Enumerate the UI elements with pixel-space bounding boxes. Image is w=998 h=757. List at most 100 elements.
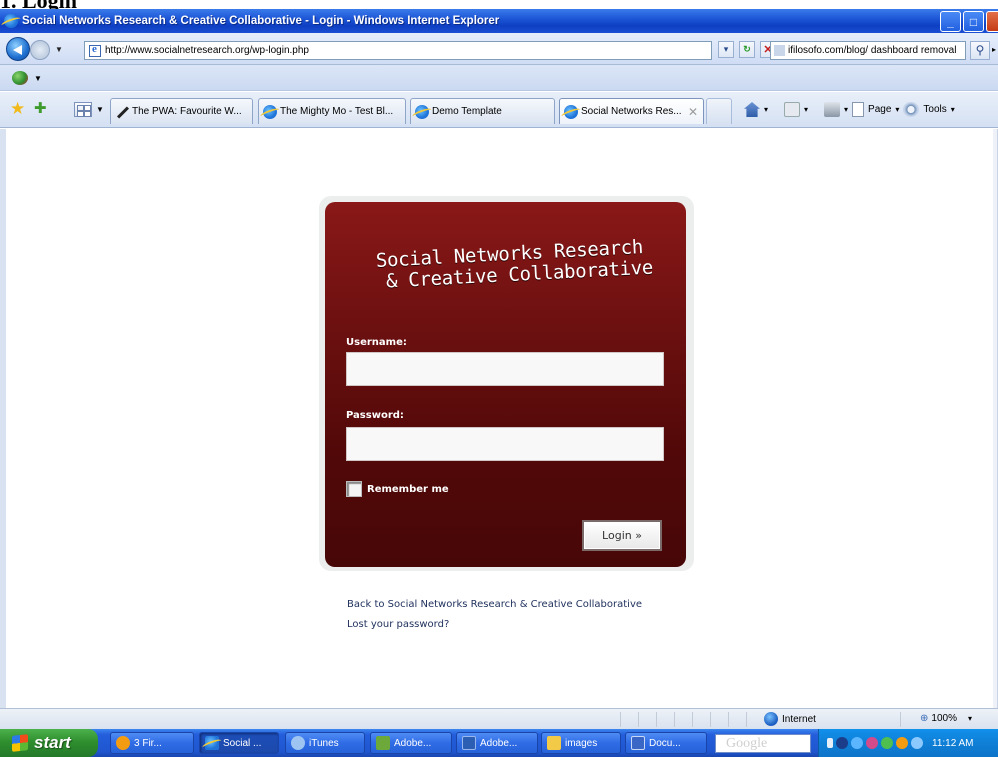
- refresh-icon[interactable]: ↻: [739, 41, 755, 58]
- window-title: Social Networks Research & Creative Coll…: [22, 15, 500, 27]
- taskbar-button-label: Adobe...: [480, 737, 518, 749]
- taskbar-button-firefox[interactable]: 3 Fir...: [110, 732, 194, 754]
- search-input[interactable]: [788, 45, 963, 56]
- history-dropdown-icon[interactable]: ▼: [55, 45, 63, 54]
- addon-dropdown-icon[interactable]: ▼: [34, 74, 42, 83]
- add-favorites-icon[interactable]: ✚: [34, 100, 52, 118]
- page-viewport: Social Networks Research & Creative Coll…: [0, 129, 998, 708]
- feeds-icon[interactable]: [784, 102, 801, 117]
- tab-label: Demo Template: [432, 106, 502, 117]
- search-icon[interactable]: ⚲: [970, 41, 990, 60]
- start-label: start: [34, 733, 71, 752]
- status-divider: [674, 712, 675, 727]
- taskbar-button-images[interactable]: images: [541, 732, 621, 754]
- volume-icon[interactable]: [911, 737, 923, 749]
- ie-icon: [263, 104, 277, 119]
- password-input[interactable]: [346, 427, 664, 461]
- new-tab-button[interactable]: [706, 98, 732, 124]
- google-search-deskbar[interactable]: Google: [715, 734, 811, 753]
- back-button[interactable]: [6, 37, 30, 61]
- home-icon[interactable]: [744, 102, 760, 117]
- print-icon[interactable]: [824, 102, 841, 117]
- ie-logo-icon: [4, 14, 18, 28]
- addon-icon[interactable]: [12, 71, 28, 85]
- site-title-logo: Social Networks Research & Creative Coll…: [350, 236, 670, 295]
- messenger-icon[interactable]: [851, 737, 863, 749]
- lost-password-link[interactable]: Lost your password?: [347, 615, 642, 635]
- forward-button[interactable]: [30, 40, 50, 60]
- zoom-dropdown-icon[interactable]: ▾: [968, 714, 972, 723]
- status-divider: [900, 712, 901, 727]
- tools-dropdown-icon[interactable]: ▾: [951, 105, 955, 114]
- url-text[interactable]: http://www.socialnetresearch.org/wp-logi…: [105, 45, 309, 56]
- status-divider: [620, 712, 621, 727]
- taskbar-button-itunes[interactable]: iTunes: [285, 732, 365, 754]
- taskbar-button-documents[interactable]: Docu...: [625, 732, 707, 754]
- network-icon[interactable]: [836, 737, 848, 749]
- security-zone[interactable]: Internet: [764, 712, 816, 726]
- tab-pwa[interactable]: The PWA: Favourite W...: [110, 98, 253, 124]
- maximize-button[interactable]: □: [963, 11, 984, 32]
- taskbar-button-ie[interactable]: Social ...: [199, 732, 279, 754]
- page-dropdown-icon[interactable]: ▾: [895, 105, 899, 114]
- addon-toolbar: ▼: [0, 65, 998, 91]
- zoom-level: 100%: [931, 713, 957, 724]
- remember-me-label[interactable]: Remember me: [367, 484, 449, 495]
- address-bar[interactable]: http://www.socialnetresearch.org/wp-logi…: [84, 41, 712, 60]
- tab-bar: ★ ✚ ▼ The PWA: Favourite W... The Mighty…: [0, 92, 998, 128]
- page-menu-label[interactable]: Page: [868, 104, 891, 115]
- windows-flag-icon: [12, 734, 28, 752]
- tab-label: Social Networks Res...: [581, 106, 682, 117]
- status-divider: [692, 712, 693, 727]
- start-button[interactable]: start: [0, 729, 98, 757]
- firefox-icon: [116, 736, 130, 750]
- taskbar-button-label: iTunes: [309, 737, 339, 749]
- page-icon[interactable]: [852, 102, 865, 117]
- taskbar-button-adobe-1[interactable]: Adobe...: [370, 732, 452, 754]
- address-dropdown-icon[interactable]: ▾: [718, 41, 734, 58]
- back-to-site-link[interactable]: Back to Social Networks Research & Creat…: [347, 595, 642, 615]
- search-box[interactable]: [770, 41, 966, 60]
- zoom-icon: ⊕: [920, 713, 929, 724]
- tab-label: The Mighty Mo - Test Bl...: [280, 106, 394, 117]
- pen-icon: [115, 105, 129, 119]
- tray-arrow-icon[interactable]: [827, 738, 833, 748]
- tab-mighty-mo[interactable]: The Mighty Mo - Test Bl...: [258, 98, 406, 124]
- vertical-scrollbar[interactable]: [993, 129, 997, 708]
- security-tray-icon[interactable]: [881, 737, 893, 749]
- tab-demo-template[interactable]: Demo Template: [410, 98, 555, 124]
- ie-icon: [205, 736, 219, 750]
- tools-icon[interactable]: [903, 102, 920, 117]
- command-bar: ▾ ▾ ▾ Page ▾ Tools ▾: [744, 102, 955, 117]
- adobe-app-icon: [376, 736, 390, 750]
- search-provider-icon: [774, 45, 785, 56]
- username-input[interactable]: [346, 352, 664, 386]
- close-tab-icon[interactable]: ✕: [688, 105, 698, 119]
- print-dropdown-icon[interactable]: ▾: [844, 105, 848, 114]
- close-button[interactable]: [986, 11, 998, 32]
- feeds-dropdown-icon[interactable]: ▾: [804, 105, 808, 114]
- favorites-star-icon[interactable]: ★: [10, 100, 28, 118]
- remember-me-checkbox[interactable]: [346, 481, 362, 497]
- zoom-control[interactable]: ⊕ 100% ▾: [920, 713, 972, 724]
- update-tray-icon[interactable]: [896, 737, 908, 749]
- taskbar-button-label: 3 Fir...: [134, 737, 162, 749]
- system-clock[interactable]: 11:12 AM: [932, 738, 974, 749]
- taskbar-button-label: Social ...: [223, 737, 262, 749]
- login-links: Back to Social Networks Research & Creat…: [347, 595, 642, 635]
- taskbar-button-adobe-2[interactable]: Adobe...: [456, 732, 538, 754]
- tab-social-networks[interactable]: Social Networks Res... ✕: [559, 98, 704, 124]
- window-controls: _ □: [940, 11, 998, 32]
- windows-taskbar: start 3 Fir... Social ... iTunes Adobe..…: [0, 729, 998, 757]
- minimize-button[interactable]: _: [940, 11, 961, 32]
- zone-label: Internet: [782, 713, 816, 725]
- app-tray-icon[interactable]: [866, 737, 878, 749]
- login-button[interactable]: Login »: [582, 520, 662, 551]
- home-dropdown-icon[interactable]: ▾: [764, 105, 768, 114]
- tools-menu-label[interactable]: Tools: [923, 104, 946, 115]
- remember-me-row: Remember me: [346, 481, 449, 497]
- tab-list-dropdown-icon[interactable]: ▼: [96, 105, 104, 114]
- quick-tabs-icon[interactable]: [74, 102, 92, 117]
- search-options-dropdown-icon[interactable]: ▸: [992, 45, 996, 54]
- login-card: Social Networks Research & Creative Coll…: [325, 202, 686, 567]
